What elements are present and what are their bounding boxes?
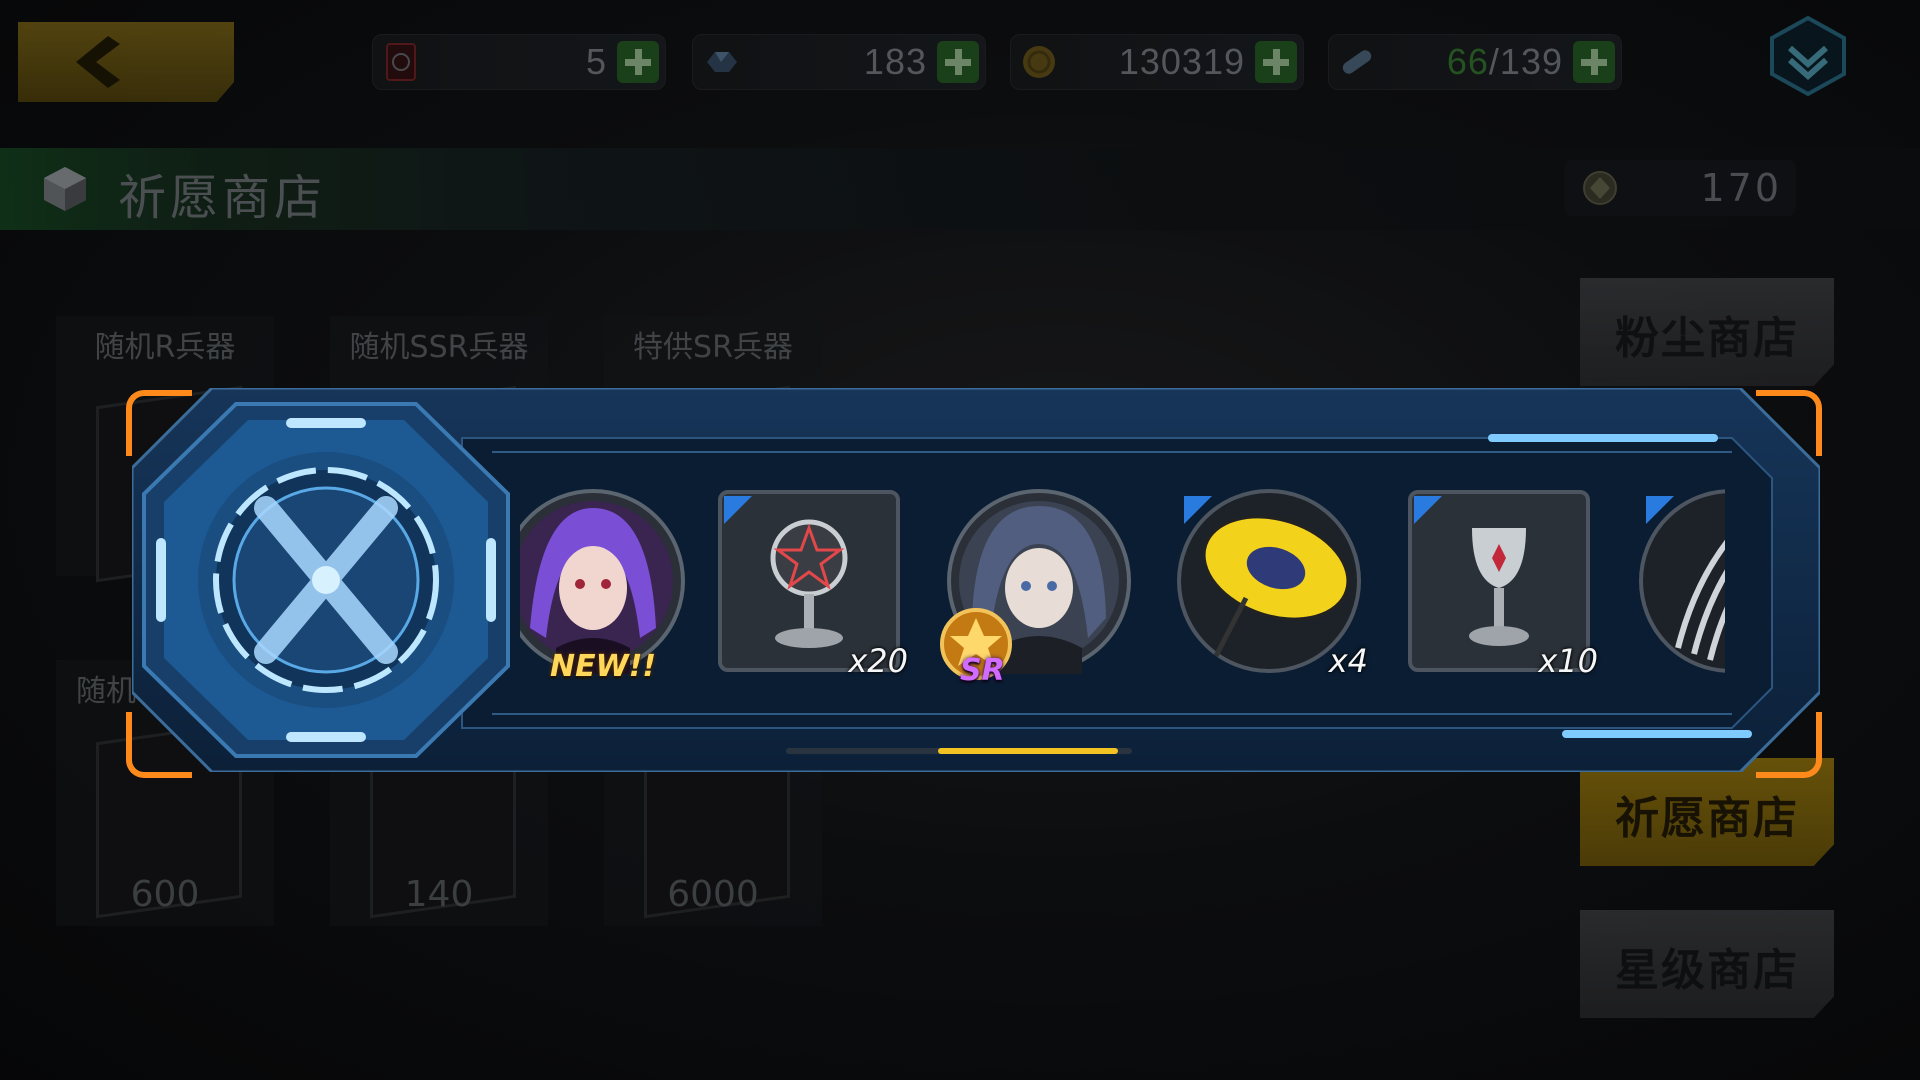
reward-item[interactable]: SR — [940, 488, 1132, 688]
reward-carousel[interactable]: NEW!! x20 SR x4 x10 — [520, 448, 1725, 698]
claw-weapon-icon — [1639, 489, 1725, 673]
carousel-page-indicator — [938, 748, 1118, 754]
reward-quantity: x4 — [1328, 642, 1368, 680]
reward-quantity: x20 — [848, 642, 908, 680]
reward-item[interactable]: NEW!! — [520, 488, 686, 684]
summon-emblem-icon — [142, 402, 510, 758]
reward-quantity: x10 — [1538, 642, 1598, 680]
reward-item[interactable]: x20 — [716, 488, 908, 680]
reward-item[interactable]: x4 — [1176, 488, 1368, 680]
orange-corner-bracket — [1756, 390, 1822, 456]
game-screen: 5 183 130319 66/139 祈愿商店 170 随机R兵器 随机SSR… — [0, 0, 1920, 1080]
reward-item[interactable] — [1638, 488, 1725, 674]
sr-rank-label: SR — [960, 653, 1005, 688]
purple-hair-character-portrait — [520, 489, 685, 674]
reward-popup: NEW!! x20 SR x4 x10 — [0, 0, 1920, 1080]
reward-item[interactable]: x10 — [1406, 488, 1598, 680]
orange-corner-bracket — [1756, 712, 1822, 778]
new-badge: NEW!! — [550, 649, 657, 684]
